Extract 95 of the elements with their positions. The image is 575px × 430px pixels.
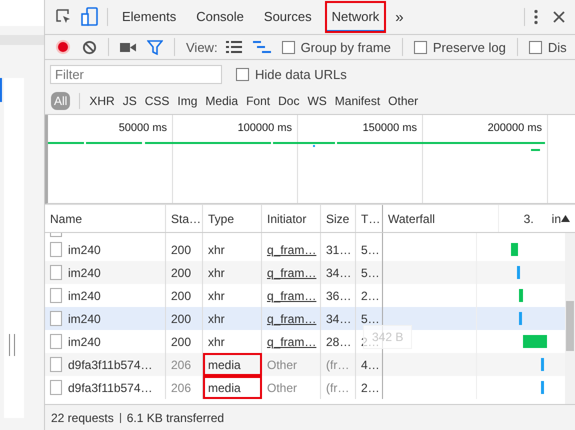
file-icon	[50, 265, 62, 280]
table-cell: 200	[171, 312, 192, 326]
request-count: 22 requests	[51, 410, 114, 424]
type-filter-button[interactable]: XHR	[89, 92, 115, 110]
table-cell: xhr	[203, 261, 262, 284]
panel-tab[interactable]: Network	[326, 2, 386, 32]
resize-handle-icon[interactable]	[9, 334, 15, 356]
table-cell: 206	[171, 358, 192, 372]
initiator-link[interactable]: q_fram…	[267, 312, 316, 326]
request-name[interactable]: im240	[68, 242, 101, 256]
more-tabs-button[interactable]: »	[395, 8, 404, 26]
scrollbar[interactable]	[565, 233, 575, 404]
timeline-tick-label: 50000 ms	[48, 115, 173, 203]
column-header[interactable]: Type	[203, 205, 262, 232]
hide-data-urls-checkbox[interactable]: Hide data URLs	[236, 66, 347, 82]
filter-field[interactable]: Filter	[50, 64, 222, 84]
timeline-tick-label: 100000 ms	[173, 115, 298, 203]
type-filter-button[interactable]: CSS	[144, 92, 170, 110]
panel-tab[interactable]: Console	[190, 2, 250, 32]
initiator-link[interactable]: q_fram…	[267, 288, 316, 302]
table-cell: (fr…	[326, 358, 350, 372]
timeline-tick-label: 3.	[524, 212, 534, 226]
table-cell: 200	[171, 334, 192, 348]
request-name[interactable]: d9fa3f11b574…	[68, 380, 153, 394]
timeline-tick-label: in	[552, 212, 561, 226]
table-cell: 200	[171, 242, 192, 256]
type-filter-button[interactable]: Img	[177, 92, 198, 110]
type-filter-button[interactable]: Doc	[278, 92, 300, 110]
option-checkbox[interactable]: Group by frame	[282, 40, 391, 54]
timeline-tick-label: 150000 ms	[298, 115, 423, 203]
file-icon	[50, 288, 62, 303]
table-cell: 5…	[361, 266, 380, 280]
type-filter-button[interactable]: WS	[307, 92, 327, 110]
table-cell: xhr	[203, 307, 262, 330]
table-cell: 34…	[326, 312, 352, 326]
type-filter-button[interactable]: Font	[246, 92, 270, 110]
option-checkbox[interactable]: Dis	[528, 40, 567, 54]
table-cell: 206	[171, 380, 192, 394]
video-camera-icon[interactable]	[120, 42, 136, 52]
table-cell: 31…	[326, 242, 352, 256]
type-filter-button[interactable]: Other	[388, 92, 418, 110]
view-label: View:	[186, 40, 218, 54]
more-menu-icon[interactable]	[533, 9, 539, 25]
close-icon[interactable]	[553, 11, 565, 23]
table-cell: 5…	[361, 312, 380, 326]
column-header[interactable]: Sta…	[166, 205, 203, 232]
type-filter-button[interactable]: JS	[122, 92, 137, 110]
table-cell: 4…	[361, 358, 380, 372]
table-cell: media	[203, 376, 262, 399]
initiator-link[interactable]: q_fram…	[267, 266, 316, 280]
table-cell: 200	[171, 266, 192, 280]
page-toolbar-background	[0, 35, 44, 45]
option-checkbox[interactable]: Preserve log	[414, 40, 506, 54]
table-cell: media	[203, 353, 262, 376]
table-cell: 2…	[361, 288, 380, 302]
file-icon	[50, 380, 62, 395]
request-name[interactable]: im240	[68, 312, 101, 326]
request-name[interactable]: d9fa3f11b574…	[68, 358, 153, 372]
column-header[interactable]: Name	[45, 205, 166, 232]
file-icon	[50, 357, 62, 372]
file-icon	[50, 334, 62, 349]
waterfall-view-icon[interactable]	[252, 41, 271, 53]
initiator-link[interactable]: q_fram…	[267, 242, 316, 256]
file-icon	[50, 311, 62, 326]
table-cell: 28…	[326, 334, 352, 348]
table-cell: 5…	[361, 242, 380, 256]
panel-tab[interactable]: Elements	[116, 2, 182, 32]
table-cell: 36…	[326, 288, 352, 302]
panel-tab[interactable]: Sources	[258, 2, 318, 32]
type-filter-button[interactable]: Manifest	[334, 92, 380, 110]
table-cell: 2…	[361, 380, 380, 394]
initiator-link[interactable]: q_fram…	[267, 334, 316, 348]
table-cell: Other	[267, 380, 298, 394]
column-header[interactable]: Initiator	[262, 205, 321, 232]
table-cell: xhr	[203, 330, 262, 353]
request-name[interactable]: im240	[68, 334, 101, 348]
table-cell: 34…	[326, 266, 352, 280]
transferred-size: 6.1 KB transferred	[126, 410, 224, 424]
type-filter-button[interactable]: Media	[205, 92, 238, 110]
column-header[interactable]: Waterfall	[388, 212, 435, 226]
file-icon	[50, 242, 62, 257]
table-cell: 200	[171, 288, 192, 302]
device-icon[interactable]	[81, 7, 99, 27]
sort-ascending-icon[interactable]	[561, 215, 570, 222]
record-icon[interactable]	[55, 39, 71, 55]
column-header[interactable]: T…	[356, 205, 383, 232]
request-name[interactable]: im240	[68, 288, 101, 302]
request-name[interactable]: im240	[68, 266, 101, 280]
clear-icon[interactable]	[82, 40, 97, 54]
table-cell: Other	[267, 358, 298, 372]
table-cell: (fr…	[326, 380, 350, 394]
column-header[interactable]: Size	[321, 205, 356, 232]
list-view-icon[interactable]	[226, 41, 242, 53]
overview-timeline[interactable]: 50000 ms 100000 ms 150000 ms 200000 ms	[45, 115, 575, 204]
filter-icon[interactable]	[147, 40, 163, 54]
